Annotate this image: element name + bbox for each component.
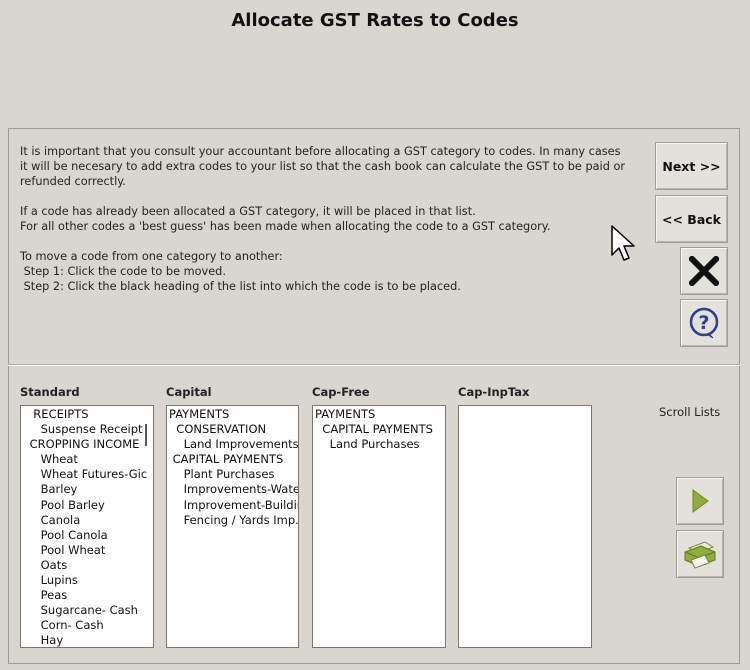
heading-cap-inptax[interactable]: Cap-InpTax <box>458 385 529 399</box>
list-cap-inptax[interactable] <box>458 405 592 648</box>
list-capital[interactable]: PAYMENTS CONSERVATION Land Improvements … <box>166 405 299 648</box>
scroll-lists-button[interactable] <box>676 477 724 525</box>
heading-standard[interactable]: Standard <box>20 385 80 399</box>
back-button[interactable]: << Back <box>655 195 728 243</box>
list-item[interactable]: Canola <box>26 513 153 528</box>
close-x-icon <box>689 256 719 286</box>
info-step-1: Step 1: Click the code to be moved. <box>20 265 226 278</box>
list-items <box>459 406 591 407</box>
info-paragraph-2-line-1: If a code has already been allocated a G… <box>20 205 476 218</box>
close-button[interactable] <box>680 247 728 295</box>
list-item[interactable]: Plant Purchases <box>169 467 298 482</box>
list-standard[interactable]: RECEIPTS Suspense Receipt CROPPING INCOM… <box>20 405 154 648</box>
list-item[interactable]: CROPPING INCOME <box>26 437 153 452</box>
window-title: Allocate GST Rates to Codes <box>231 10 519 31</box>
list-item[interactable]: Corn- Cash <box>26 618 153 633</box>
list-item[interactable]: Wheat <box>26 452 153 467</box>
list-item[interactable]: Land Improvements <box>169 437 298 452</box>
scroll-lists-label: Scroll Lists <box>659 405 721 419</box>
list-item[interactable]: PAYMENTS <box>169 407 298 422</box>
list-item[interactable]: Pool Barley <box>26 498 153 513</box>
list-items: RECEIPTS Suspense Receipt CROPPING INCOM… <box>21 406 153 647</box>
printer-icon <box>684 541 716 569</box>
next-button[interactable]: Next >> <box>655 142 728 190</box>
help-question-icon: ? <box>689 307 719 339</box>
list-item[interactable]: Barley <box>26 482 153 497</box>
help-button[interactable]: ? <box>680 299 728 347</box>
info-step-2: Step 2: Click the black heading of the l… <box>20 280 461 293</box>
list-item[interactable]: RECEIPTS <box>26 407 153 422</box>
info-paragraph-2-line-2: For all other codes a 'best guess' has b… <box>20 220 551 233</box>
next-button-label: Next >> <box>662 158 721 174</box>
list-item[interactable]: PAYMENTS <box>315 407 445 422</box>
list-scrollbar[interactable] <box>145 424 147 446</box>
svg-text:?: ? <box>698 312 709 334</box>
back-button-label: << Back <box>662 211 721 227</box>
list-items: PAYMENTS CONSERVATION Land Improvements … <box>167 406 298 528</box>
instructions: It is important that you consult your ac… <box>20 144 630 294</box>
list-item[interactable]: Pool Canola <box>26 528 153 543</box>
heading-capital[interactable]: Capital <box>166 385 212 399</box>
mouse-pointer-icon <box>611 225 635 261</box>
list-item[interactable]: Land Purchases <box>315 437 445 452</box>
list-item[interactable]: Lupins <box>26 573 153 588</box>
list-item[interactable]: Wheat Futures-Gic <box>26 467 153 482</box>
list-cap-free[interactable]: PAYMENTS CAPITAL PAYMENTS Land Purchases <box>312 405 446 648</box>
play-right-icon <box>692 489 709 513</box>
list-item[interactable]: CONSERVATION <box>169 422 298 437</box>
list-item[interactable]: Suspense Receipt <box>26 422 153 437</box>
info-paragraph-3: To move a code from one category to anot… <box>20 250 283 263</box>
list-item[interactable]: Pool Wheat <box>26 543 153 558</box>
list-item[interactable]: Hay <box>26 633 153 647</box>
section-divider <box>8 364 740 366</box>
list-item[interactable]: CAPITAL PAYMENTS <box>169 452 298 467</box>
list-item[interactable]: Sugarcane- Cash <box>26 603 153 618</box>
list-items: PAYMENTS CAPITAL PAYMENTS Land Purchases <box>313 406 445 452</box>
list-item[interactable]: Improvements-Water <box>169 482 298 497</box>
list-item[interactable]: Oats <box>26 558 153 573</box>
list-item[interactable]: CAPITAL PAYMENTS <box>315 422 445 437</box>
list-item[interactable]: Improvement-Building <box>169 498 298 513</box>
list-item[interactable]: Fencing / Yards Imp. <box>169 513 298 528</box>
info-paragraph-1: It is important that you consult your ac… <box>20 145 626 188</box>
list-item[interactable]: Peas <box>26 588 153 603</box>
print-button[interactable] <box>676 530 724 578</box>
heading-cap-free[interactable]: Cap-Free <box>312 385 370 399</box>
